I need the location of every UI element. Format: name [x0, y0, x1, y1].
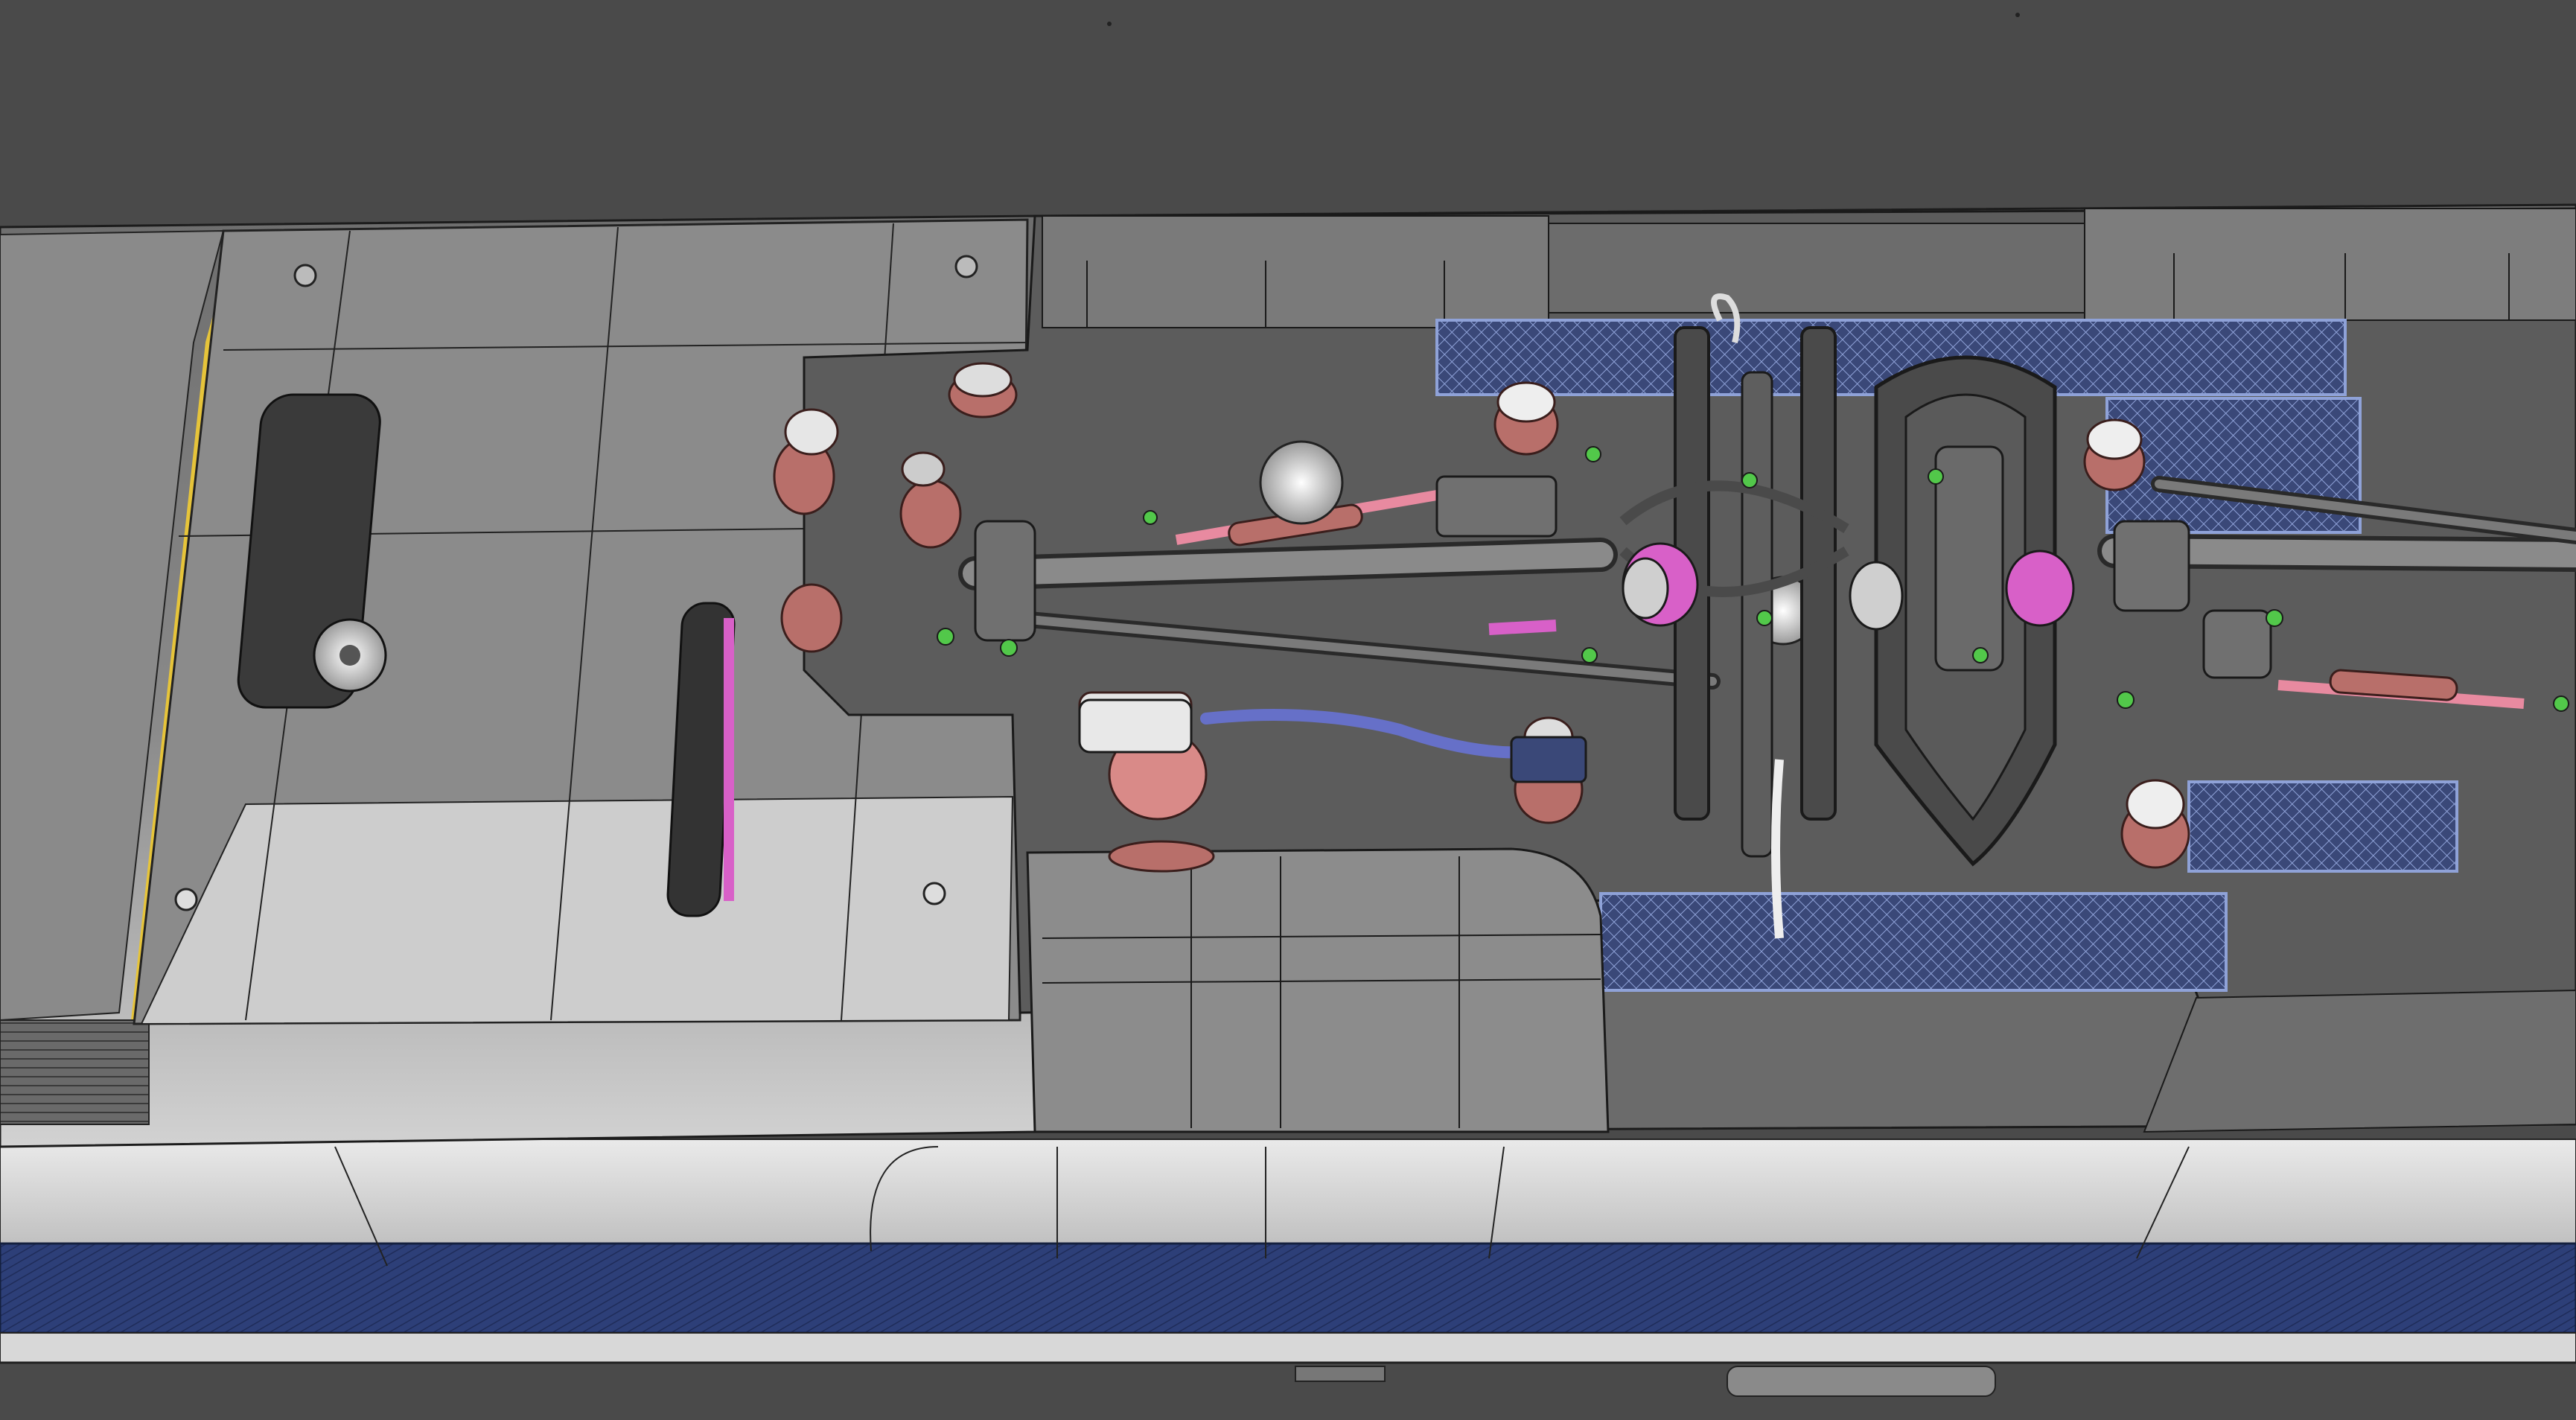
blue-stripe: [0, 1242, 2576, 1334]
walkway-grating-bottom: [1599, 892, 2228, 992]
3d-viewport[interactable]: [0, 0, 2576, 1420]
insulator-9: [2120, 779, 2190, 869]
insulator-8: [2083, 418, 2146, 491]
car-body-side: [0, 1139, 2576, 1397]
insulator-10: [1108, 840, 1215, 873]
insulator-7: [1493, 381, 1559, 456]
insulator-4: [780, 583, 843, 653]
train-roof-render: [0, 0, 2576, 1420]
cab-vent-grille: [0, 1019, 150, 1125]
walkway-grating-far-right: [2187, 780, 2458, 873]
insulator-1: [948, 362, 1018, 418]
white-disc: [1259, 440, 1344, 525]
